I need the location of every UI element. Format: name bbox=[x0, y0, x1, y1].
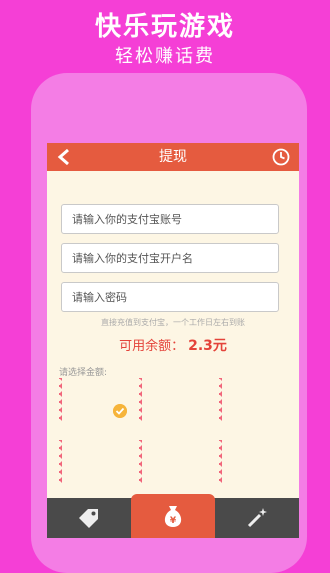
money-bag-icon: ¥ bbox=[164, 506, 182, 527]
balance-value: 2.3元 bbox=[188, 338, 227, 354]
svg-text:¥: ¥ bbox=[170, 516, 177, 526]
back-arrow-icon[interactable] bbox=[57, 149, 71, 165]
page-title: 提现 bbox=[159, 149, 187, 165]
bottom-tab-bar: ¥ bbox=[47, 494, 299, 538]
balance-label: 可用余额： bbox=[119, 339, 185, 354]
alipay-name-input[interactable] bbox=[62, 244, 278, 272]
amount-option-label: 30元 bbox=[235, 393, 269, 409]
password-field bbox=[61, 282, 279, 312]
selected-check-icon bbox=[113, 404, 127, 418]
amount-option-100[interactable]: 100元 bbox=[139, 440, 205, 484]
amount-option-50[interactable]: 50元 bbox=[59, 440, 125, 484]
tab-wallet[interactable]: ¥ bbox=[131, 494, 215, 538]
amount-option-label: 20元 bbox=[155, 393, 189, 409]
balance-display: 可用余额： 2.3元 bbox=[47, 335, 299, 355]
tag-icon bbox=[79, 509, 98, 528]
alipay-account-field bbox=[61, 204, 279, 234]
promo-title: 快乐玩游戏 bbox=[94, 12, 235, 42]
password-input[interactable] bbox=[62, 283, 278, 311]
tab-magic[interactable] bbox=[215, 498, 299, 538]
amount-option-label: 10元 bbox=[75, 393, 109, 409]
choose-amount-label: 请选择金额: bbox=[59, 368, 108, 378]
alipay-name-field bbox=[61, 243, 279, 273]
amount-option-label: 200元 bbox=[230, 455, 274, 471]
clock-icon[interactable] bbox=[272, 148, 290, 166]
alipay-account-input[interactable] bbox=[62, 205, 278, 233]
amount-option-30[interactable]: 30元 bbox=[219, 378, 285, 422]
tab-tag[interactable] bbox=[47, 498, 131, 538]
promo-subtitle: 轻松赚话费 bbox=[115, 46, 215, 67]
title-bar: 提现 bbox=[47, 143, 299, 171]
amount-option-label: 50元 bbox=[75, 455, 109, 471]
amount-option-20[interactable]: 20元 bbox=[139, 378, 205, 422]
withdraw-hint: 直接充值到支付宝，一个工作日左右到账 bbox=[101, 318, 245, 327]
app-screen: 提现 直接充值到支付宝，一个工作日左右到账 可用余额：2.3元 请选择金额: 1… bbox=[47, 143, 299, 538]
amount-option-label: 100元 bbox=[150, 455, 194, 471]
magic-wand-icon bbox=[247, 508, 267, 528]
amount-option-200[interactable]: 200元 bbox=[219, 440, 285, 484]
